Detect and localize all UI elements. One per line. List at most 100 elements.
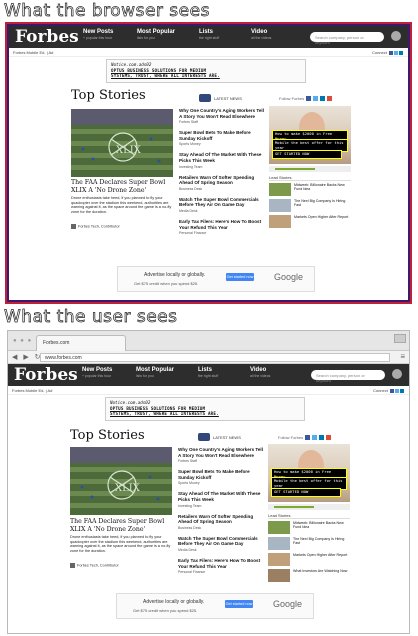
right-header: Lead Stories: [268, 513, 350, 519]
list-item[interactable]: Early Tax Filers: Here's How To Boost Yo…: [179, 219, 265, 235]
hero-body: Drone enthusiasts take heed, if you plan…: [71, 196, 172, 214]
bottom-ad[interactable]: Advertise locally or globally. Get $75 c…: [116, 593, 314, 619]
google-logo: Google: [274, 272, 304, 282]
list-item[interactable]: Markets Open Higher After Report: [269, 215, 351, 229]
play-icon[interactable]: [198, 433, 210, 441]
carousel-slider[interactable]: [268, 504, 350, 510]
list-item[interactable]: Watch The Super Bowl Commercials Before …: [178, 536, 264, 552]
hero-author: Forbes Tech, Contributor: [71, 224, 120, 229]
sidebar-ad[interactable]: How to make $2000 in Free Money Mobile t…: [268, 444, 350, 502]
toolbar: Forbes Mobile Ed. | Ad Connect: [8, 386, 409, 395]
nav-new-posts[interactable]: New Posts + popular this hour: [83, 29, 113, 40]
avatar: [70, 563, 75, 568]
list-item[interactable]: Midweek: Billionaire Backs New Fund Idea: [269, 183, 351, 197]
list-item[interactable]: Markets Open Higher After Report: [268, 553, 350, 567]
top-ad[interactable]: Notice.com.ads02 OPTUS BUSINESS SOLUTION…: [106, 59, 306, 83]
browser-view-panel: Forbes New Posts + popular this hour Most…: [5, 22, 412, 304]
forbes-logo[interactable]: Forbes: [14, 365, 78, 385]
latest-news-link[interactable]: LATEST NEWS: [214, 96, 242, 101]
twitter-icon: [395, 388, 399, 393]
search-input[interactable]: Search company, person or keyword: [310, 32, 384, 45]
bottom-ad[interactable]: Advertise locally or globally. Get $75 c…: [117, 266, 315, 292]
nav-most-popular[interactable]: Most Popular lists for you: [137, 29, 175, 40]
top-ad[interactable]: Notice.com.ads02 OPTUS BUSINESS SOLUTION…: [105, 397, 305, 421]
latest-news-link[interactable]: LATEST NEWS: [213, 435, 241, 440]
carousel-slider[interactable]: [269, 166, 351, 172]
list-item[interactable]: Retailers Warn Of Softer Spending Ahead …: [179, 175, 265, 191]
nav-video[interactable]: Video all the videos: [250, 367, 270, 378]
twitter-icon: [312, 435, 318, 441]
facebook-icon: [389, 50, 393, 55]
social-bar: Connect: [372, 50, 403, 55]
list-item[interactable]: Why One Country's Aging Workers Tell A S…: [179, 108, 265, 124]
get-started-button[interactable]: Get started now: [226, 273, 254, 281]
list-item[interactable]: Stay Ahead Of The Market With These Pick…: [178, 491, 264, 507]
toolbar-left: Forbes Mobile Ed. | Ad: [13, 50, 54, 55]
twitter-icon: [394, 50, 398, 55]
search-input[interactable]: Search company, person or keyword: [311, 370, 385, 383]
twitter-icon: [313, 96, 319, 102]
mid-story-list: Why One Country's Aging Workers Tell A S…: [178, 447, 264, 580]
nav-video[interactable]: Video all the videos: [251, 29, 271, 40]
social-bar: Connect: [373, 388, 404, 393]
hero-title[interactable]: The FAA Declares Super Bowl XLIX A 'No D…: [71, 179, 175, 194]
site-header: Forbes New Posts + popular this hour Most…: [8, 364, 409, 386]
window-button[interactable]: [394, 334, 406, 343]
share-bar: Follow Forbes: [278, 435, 332, 441]
list-item[interactable]: The Next Big Company Is Hiring Fast: [269, 199, 351, 213]
facebook-icon: [390, 388, 394, 393]
google-plus-icon: [326, 435, 332, 441]
sidebar-ad[interactable]: How to make $2000 in Free Money Mobile t…: [269, 106, 351, 164]
user-icon[interactable]: [391, 31, 401, 41]
google-plus-icon: [327, 96, 333, 102]
linkedin-icon: [399, 50, 403, 55]
linkedin-icon: [319, 435, 325, 441]
browser-tab[interactable]: Forbes.com: [36, 335, 126, 351]
hero-image[interactable]: XLIX: [71, 109, 173, 177]
user-icon[interactable]: [392, 369, 402, 379]
top-stories-heading: Top Stories: [71, 88, 146, 103]
nav-lists[interactable]: Lists the right stuff: [199, 29, 219, 40]
toolbar: Forbes Mobile Ed. | Ad Connect: [9, 48, 408, 57]
hero-image[interactable]: XLIX: [70, 447, 172, 515]
linkedin-icon: [320, 96, 326, 102]
mid-story-list: Why One Country's Aging Workers Tell A S…: [179, 108, 265, 241]
top-stories-heading: Top Stories: [70, 428, 145, 443]
hero-title[interactable]: The FAA Declares Super Bowl XLIX A 'No D…: [70, 518, 174, 533]
url-bar: ◀ ▶ ↻ www.forbes.com ≡: [8, 351, 409, 364]
list-item[interactable]: Why One Country's Aging Workers Tell A S…: [178, 447, 264, 463]
toolbar-left: Forbes Mobile Ed. | Ad: [12, 388, 53, 393]
share-bar: Follow Forbes: [279, 96, 333, 102]
list-item[interactable]: Super Bowl Bets To Make Before Sunday Ki…: [179, 130, 265, 146]
list-item[interactable]: The Next Big Company Is Hiring Fast: [268, 537, 350, 551]
nav-most-popular[interactable]: Most Popular lists for you: [136, 367, 174, 378]
menu-icon[interactable]: ≡: [400, 352, 405, 361]
svg-text:XLIX: XLIX: [115, 483, 141, 494]
list-item[interactable]: Midweek: Billionaire Backs New Fund Idea: [268, 521, 350, 535]
list-item[interactable]: Watch The Super Bowl Commercials Before …: [179, 197, 265, 213]
play-icon[interactable]: [199, 94, 211, 102]
facebook-icon: [306, 96, 312, 102]
right-column: How to make $2000 in Free Money Mobile t…: [268, 444, 350, 583]
google-logo: Google: [273, 599, 303, 609]
caption-browser: What the browser sees: [4, 1, 210, 22]
hero-author: Forbes Tech, Contributor: [70, 563, 119, 568]
browser-tab-bar: ● ● ● Forbes.com: [8, 331, 409, 351]
address-input[interactable]: www.forbes.com: [40, 353, 390, 362]
svg-text:XLIX: XLIX: [116, 145, 142, 156]
avatar: [71, 224, 76, 229]
nav-arrows-icon[interactable]: ◀ ▶ ↻: [12, 353, 43, 361]
nav-lists[interactable]: Lists the right stuff: [198, 367, 218, 378]
get-started-button[interactable]: Get started now: [225, 600, 253, 608]
list-item[interactable]: Stay Ahead Of The Market With These Pick…: [179, 152, 265, 168]
list-item[interactable]: Super Bowl Bets To Make Before Sunday Ki…: [178, 469, 264, 485]
site-header: Forbes New Posts + popular this hour Most…: [9, 26, 408, 48]
nav-new-posts[interactable]: New Posts + popular this hour: [82, 367, 112, 378]
list-item[interactable]: Early Tax Filers: Here's How To Boost Yo…: [178, 558, 264, 574]
right-column: How to make $2000 in Free Money Mobile t…: [269, 106, 351, 229]
list-item[interactable]: What Investors Are Watching Now: [268, 569, 350, 583]
forbes-logo[interactable]: Forbes: [15, 27, 79, 47]
window-controls[interactable]: ● ● ●: [13, 338, 32, 344]
list-item[interactable]: Retailers Warn Of Softer Spending Ahead …: [178, 514, 264, 530]
hero-body: Drone enthusiasts take heed, if you plan…: [70, 535, 171, 553]
